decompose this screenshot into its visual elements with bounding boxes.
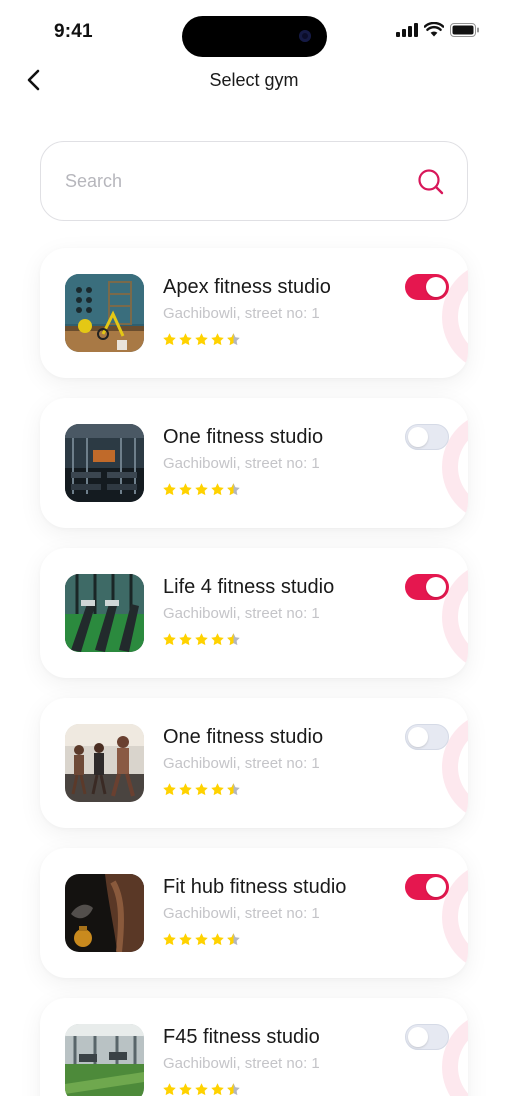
- toggle-knob: [408, 426, 428, 447]
- star-icon: [211, 933, 224, 946]
- select-toggle[interactable]: [405, 1024, 449, 1050]
- star-icon: [163, 633, 176, 646]
- status-bar: 9:41: [0, 0, 508, 60]
- toggle-knob: [408, 726, 428, 747]
- star-icon: [179, 933, 192, 946]
- gym-image: [65, 724, 144, 802]
- star-icon: [195, 483, 208, 496]
- gym-card[interactable]: One fitness studio Gachibowli, street no…: [40, 698, 468, 828]
- star-rating: [162, 932, 241, 947]
- toggle-knob: [426, 877, 446, 897]
- gym-name: Fit hub fitness studio: [163, 876, 347, 898]
- star-icon: [195, 1083, 208, 1096]
- gym-address: Gachibowli, street no: 1: [163, 605, 320, 622]
- cellular-signal-icon: [396, 22, 418, 37]
- gym-address: Gachibowli, street no: 1: [163, 755, 320, 772]
- select-toggle[interactable]: [405, 724, 449, 750]
- gym-name: One fitness studio: [163, 726, 324, 748]
- select-toggle[interactable]: [405, 574, 449, 600]
- gym-image: [65, 1024, 144, 1096]
- gym-card[interactable]: Life 4 fitness studio Gachibowli, street…: [40, 548, 468, 678]
- gym-list: Apex fitness studio Gachibowli, street n…: [40, 248, 468, 1096]
- star-icon: [179, 333, 192, 346]
- gym-image: [65, 574, 144, 652]
- select-toggle[interactable]: [405, 874, 449, 900]
- toggle-knob: [408, 1026, 428, 1047]
- star-icon: [163, 333, 176, 346]
- status-icons: [396, 22, 480, 37]
- star-icon: [195, 933, 208, 946]
- gym-card[interactable]: F45 fitness studio Gachibowli, street no…: [40, 998, 468, 1096]
- gym-card[interactable]: One fitness studio Gachibowli, street no…: [40, 398, 468, 528]
- star-icon: [211, 1083, 224, 1096]
- gym-name: F45 fitness studio: [163, 1026, 320, 1048]
- half-star-icon: [227, 483, 240, 496]
- gym-card[interactable]: Fit hub fitness studio Gachibowli, stree…: [40, 848, 468, 978]
- gym-name: One fitness studio: [163, 426, 324, 448]
- star-rating: [162, 632, 241, 647]
- star-icon: [179, 1083, 192, 1096]
- search-icon[interactable]: [417, 168, 445, 196]
- star-icon: [163, 483, 176, 496]
- star-icon: [211, 633, 224, 646]
- gym-card[interactable]: Apex fitness studio Gachibowli, street n…: [40, 248, 468, 378]
- star-icon: [195, 333, 208, 346]
- star-icon: [179, 783, 192, 796]
- battery-icon: [450, 22, 479, 37]
- star-icon: [179, 483, 192, 496]
- star-icon: [195, 633, 208, 646]
- gym-address: Gachibowli, street no: 1: [163, 305, 320, 322]
- page-title: Select gym: [209, 70, 299, 90]
- gym-image: [65, 424, 144, 502]
- select-toggle[interactable]: [405, 424, 449, 450]
- gym-address: Gachibowli, street no: 1: [163, 905, 320, 922]
- select-toggle[interactable]: [405, 274, 449, 300]
- gym-name: Life 4 fitness studio: [163, 576, 335, 598]
- star-icon: [163, 933, 176, 946]
- star-rating: [162, 1082, 241, 1096]
- camera-dot: [299, 30, 311, 42]
- star-rating: [162, 782, 241, 797]
- wifi-icon: [424, 22, 444, 37]
- half-star-icon: [227, 933, 240, 946]
- search-box: [40, 141, 468, 221]
- half-star-icon: [227, 1083, 240, 1096]
- star-rating: [162, 482, 241, 497]
- star-icon: [163, 783, 176, 796]
- star-icon: [179, 633, 192, 646]
- gym-image: [65, 274, 144, 352]
- gym-image: [65, 874, 144, 952]
- half-star-icon: [227, 633, 240, 646]
- toggle-knob: [426, 277, 446, 297]
- gym-name: Apex fitness studio: [163, 276, 331, 298]
- gym-address: Gachibowli, street no: 1: [163, 1055, 320, 1072]
- search-input[interactable]: [65, 142, 395, 220]
- star-rating: [162, 332, 241, 347]
- toggle-knob: [426, 577, 446, 597]
- star-icon: [211, 483, 224, 496]
- gym-address: Gachibowli, street no: 1: [163, 455, 320, 472]
- half-star-icon: [227, 783, 240, 796]
- nav-bar: Select gym: [0, 60, 508, 102]
- star-icon: [163, 1083, 176, 1096]
- star-icon: [211, 333, 224, 346]
- half-star-icon: [227, 333, 240, 346]
- dynamic-island: [182, 16, 327, 57]
- status-time: 9:41: [54, 21, 93, 42]
- star-icon: [211, 783, 224, 796]
- star-icon: [195, 783, 208, 796]
